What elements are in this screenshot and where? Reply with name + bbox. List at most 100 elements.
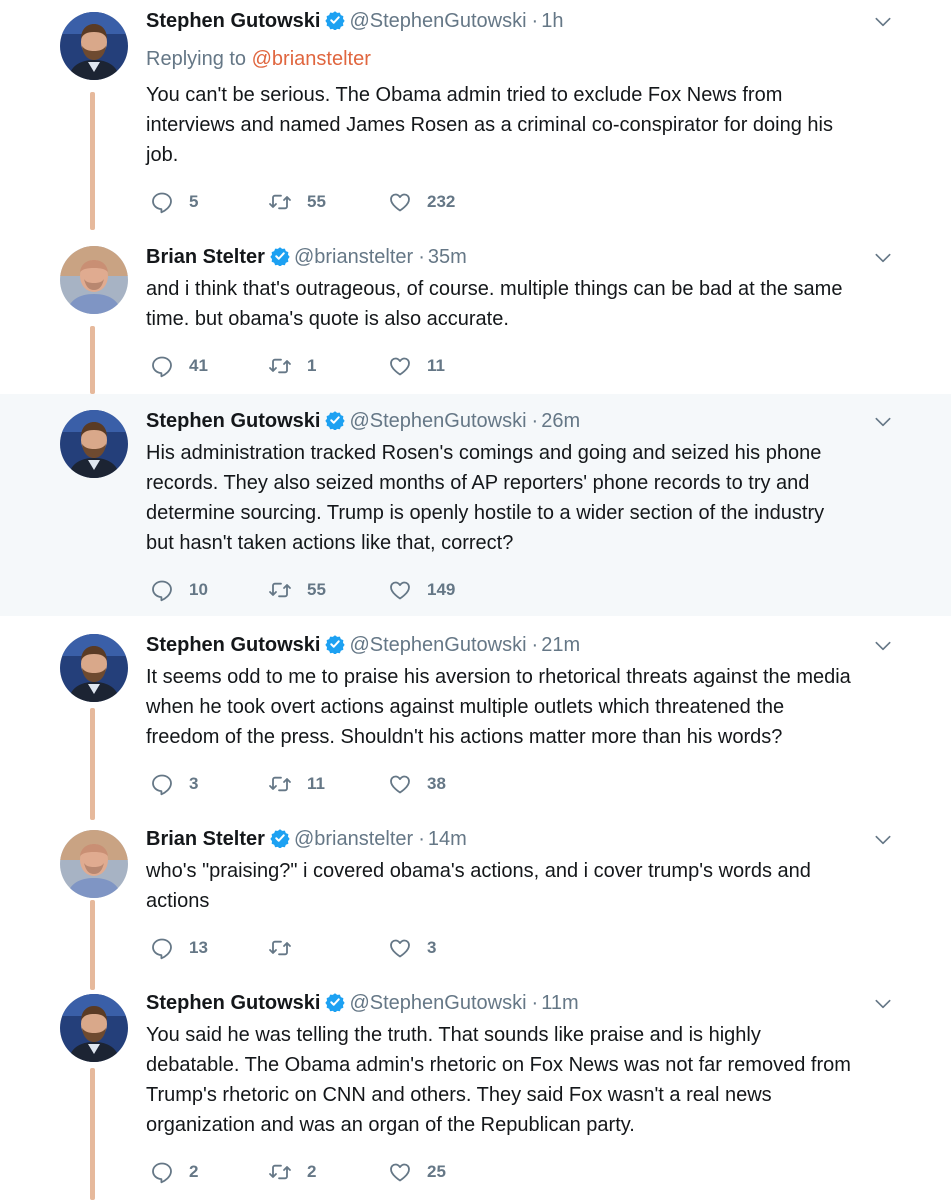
tweet-text-content: His administration tracked Rosen's comin… (146, 442, 825, 554)
user-handle[interactable]: @StephenGutowski (349, 410, 526, 432)
tweet[interactable]: Stephen Gutowski @StephenGutowski · 21m It … (0, 616, 951, 820)
retweet-button[interactable]: 55 (268, 576, 326, 604)
chevron-down-icon[interactable] (873, 12, 893, 32)
display-name[interactable]: Stephen Gutowski (146, 634, 320, 656)
timestamp[interactable]: 11m (541, 992, 578, 1014)
separator-dot: · (531, 410, 539, 432)
user-handle[interactable]: @StephenGutowski (349, 10, 526, 32)
separator-dot: · (418, 246, 425, 268)
separator-dot: · (531, 634, 539, 656)
tweet-text: You said he was telling the truth. That … (146, 1020, 906, 1140)
tweet-header: Brian Stelter @brianstelter · 14m (146, 824, 861, 854)
reply-button[interactable]: 5 (150, 188, 198, 216)
reply-button[interactable]: 3 (150, 770, 198, 798)
tweet-header: Stephen Gutowski @StephenGutowski · 1h (146, 6, 861, 36)
chevron-down-icon[interactable] (873, 994, 893, 1014)
timestamp[interactable]: 14m (428, 828, 467, 850)
tweet[interactable]: Stephen Gutowski @StephenGutowski · 11m You… (0, 990, 951, 1200)
tweet-actions: 41 1 11 (150, 352, 650, 380)
retweet-button[interactable]: 11 (268, 770, 325, 798)
tweet-text: and i think that's outrageous, of course… (146, 274, 906, 334)
timestamp[interactable]: 26m (541, 410, 580, 432)
display-name[interactable]: Stephen Gutowski (146, 410, 320, 432)
tweet-text-content: You said he was telling the truth. That … (146, 1024, 851, 1136)
heart-icon (388, 578, 412, 602)
heart-icon (388, 772, 412, 796)
reply-button[interactable]: 10 (150, 576, 208, 604)
replying-to: Replying to @brianstelter (146, 44, 371, 74)
retweet-count: 55 (307, 580, 326, 599)
retweet-button[interactable]: 1 (268, 352, 316, 380)
timestamp[interactable]: 21m (541, 634, 580, 656)
separator-dot: · (531, 992, 539, 1014)
tweet-text-content: You can't be serious. The Obama admin tr… (146, 84, 833, 166)
verified-badge-icon (325, 10, 345, 30)
tweet-text: You can't be serious. The Obama admin tr… (146, 80, 906, 170)
display-name[interactable]: Brian Stelter (146, 828, 265, 850)
like-count: 3 (427, 938, 437, 957)
avatar[interactable] (60, 994, 128, 1062)
retweet-button[interactable]: 55 (268, 188, 326, 216)
verified-badge-icon (325, 410, 345, 430)
chevron-down-icon[interactable] (873, 636, 893, 656)
tweet-text: It seems odd to me to praise his aversio… (146, 662, 906, 752)
chevron-down-icon[interactable] (873, 248, 893, 268)
reply-bubble-icon (150, 190, 174, 214)
reply-button[interactable]: 2 (150, 1158, 198, 1186)
like-button[interactable]: 11 (388, 352, 445, 380)
retweet-count: 11 (307, 774, 325, 793)
retweet-arrows-icon (268, 578, 292, 602)
retweet-arrows-icon (268, 1160, 292, 1184)
chevron-down-icon[interactable] (873, 412, 893, 432)
user-handle[interactable]: @StephenGutowski (349, 992, 526, 1014)
tweet-header: Stephen Gutowski @StephenGutowski · 21m (146, 630, 861, 660)
timestamp[interactable]: 1h (541, 10, 563, 32)
like-button[interactable]: 25 (388, 1158, 446, 1186)
separator-dot: · (531, 10, 539, 32)
tweet-actions: 13 3 (150, 934, 650, 962)
verified-badge-icon (270, 828, 290, 848)
user-handle[interactable]: @brianstelter (294, 246, 413, 268)
display-name[interactable]: Stephen Gutowski (146, 10, 320, 32)
reply-count: 10 (189, 580, 208, 599)
tweet[interactable]: Stephen Gutowski @StephenGutowski · 1h Repl… (0, 0, 951, 232)
reply-count: 2 (189, 1162, 199, 1181)
avatar[interactable] (60, 410, 128, 478)
display-name[interactable]: Brian Stelter (146, 246, 265, 268)
retweet-arrows-icon (268, 772, 292, 796)
tweet-actions: 5 55 232 (150, 188, 650, 216)
reply-count: 5 (189, 192, 199, 211)
like-button[interactable]: 232 (388, 188, 455, 216)
chevron-down-icon[interactable] (873, 830, 893, 850)
timestamp[interactable]: 35m (428, 246, 467, 268)
like-button[interactable]: 149 (388, 576, 455, 604)
tweet[interactable]: Brian Stelter @brianstelter · 35m and i thi… (0, 232, 951, 394)
reply-button[interactable]: 13 (150, 934, 208, 962)
like-count: 25 (427, 1162, 446, 1181)
tweet[interactable]: Brian Stelter @brianstelter · 14m who's "pr… (0, 820, 951, 990)
tweet-actions: 3 11 38 (150, 770, 650, 798)
avatar[interactable] (60, 12, 128, 80)
avatar[interactable] (60, 830, 128, 898)
like-count: 232 (427, 192, 456, 211)
avatar[interactable] (60, 634, 128, 702)
like-button[interactable]: 3 (388, 934, 436, 962)
avatar[interactable] (60, 246, 128, 314)
reply-button[interactable]: 41 (150, 352, 208, 380)
display-name[interactable]: Stephen Gutowski (146, 992, 320, 1014)
user-handle[interactable]: @StephenGutowski (349, 634, 526, 656)
verified-badge-icon (325, 992, 345, 1012)
like-count: 149 (427, 580, 456, 599)
tweet-actions: 2 2 25 (150, 1158, 650, 1186)
reply-count: 41 (189, 356, 208, 375)
like-button[interactable]: 38 (388, 770, 446, 798)
reply-bubble-icon (150, 772, 174, 796)
retweet-button[interactable] (268, 934, 307, 962)
tweet-highlighted[interactable]: Stephen Gutowski @StephenGutowski · 26m His… (0, 394, 951, 616)
retweet-arrows-icon (268, 190, 292, 214)
user-handle[interactable]: @brianstelter (294, 828, 413, 850)
verified-badge-icon (270, 246, 290, 266)
replying-to-link[interactable]: @brianstelter (252, 48, 371, 70)
retweet-button[interactable]: 2 (268, 1158, 316, 1186)
conversation-thread: Stephen Gutowski @StephenGutowski · 1h Repl… (0, 0, 951, 1200)
